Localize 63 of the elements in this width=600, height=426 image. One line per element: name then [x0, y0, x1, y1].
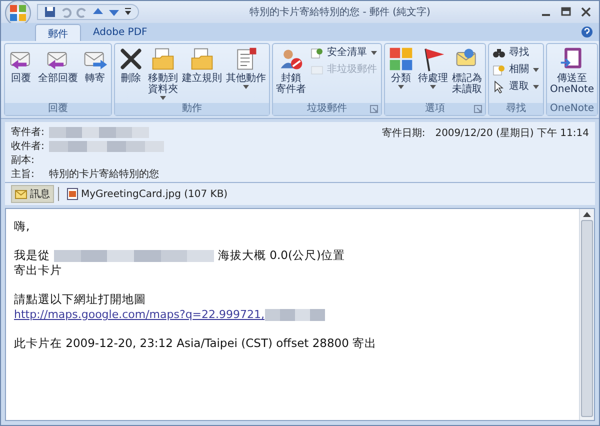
- body-text: 請點選以下網址打開地圖: [14, 292, 147, 307]
- ribbon-button[interactable]: 安全清單: [308, 45, 380, 61]
- select-icon: [492, 80, 506, 94]
- field-label: 副本:: [11, 154, 36, 167]
- field-label: 主旨:: [11, 168, 36, 181]
- caret-icon: [430, 85, 436, 89]
- ribbon-button[interactable]: 尋找: [490, 45, 542, 61]
- envelope-icon: [15, 190, 27, 198]
- dialog-launcher-icon[interactable]: [474, 105, 482, 113]
- caret-icon: [371, 51, 377, 55]
- ribbon-button[interactable]: 封鎖 寄件者: [274, 45, 308, 96]
- group-label: OneNote: [550, 103, 594, 115]
- ribbon-button[interactable]: 刪除: [116, 45, 146, 85]
- body-text: 寄出卡片: [14, 263, 63, 278]
- map-link[interactable]: http://maps.google.com/maps?q=22.999721,: [14, 307, 264, 322]
- body-text: 海拔大概 0.0(公尺)位置: [218, 248, 345, 263]
- field-label: 寄件者:: [11, 126, 46, 139]
- ribbon-button[interactable]: 其他動作: [224, 45, 268, 91]
- save-icon[interactable]: [44, 6, 56, 18]
- ribbon-button[interactable]: 回覆: [6, 45, 36, 85]
- ribbon-button[interactable]: 標記為 未讀取: [450, 45, 484, 96]
- ribbon-button[interactable]: 分類: [386, 45, 416, 91]
- body-text: 我是從: [14, 248, 50, 263]
- ribbon-button[interactable]: 建立規則: [180, 45, 224, 85]
- caret-icon: [243, 85, 249, 89]
- ribbon-button[interactable]: 選取: [490, 79, 542, 95]
- ribbon-tab[interactable]: Adobe PDF: [81, 24, 160, 41]
- vertical-scrollbar[interactable]: [579, 209, 594, 420]
- delete-icon: [118, 46, 144, 72]
- group-label: 回覆: [48, 103, 68, 115]
- scroll-up-icon[interactable]: [583, 212, 591, 217]
- attachment-tab[interactable]: 訊息: [11, 185, 54, 203]
- group-label: 選項: [425, 103, 445, 115]
- window-title: 特別的卡片寄給特別的您 - 郵件 (純文字): [248, 6, 432, 19]
- ribbon-button[interactable]: 全部回覆: [36, 45, 80, 85]
- ribbon-button[interactable]: 轉寄: [80, 45, 110, 85]
- ribbon-button[interactable]: 待處理: [416, 45, 450, 91]
- field-label: 寄件日期:: [382, 126, 426, 141]
- caret-icon: [533, 85, 539, 89]
- ribbon-tab[interactable]: 郵件: [35, 24, 81, 41]
- ribbon-button[interactable]: 傳送至 OneNote: [548, 45, 596, 96]
- caret-icon: [160, 96, 166, 100]
- caret-icon: [533, 68, 539, 72]
- ribbon-button[interactable]: 移動到 資料夾: [146, 45, 180, 102]
- office-logo-icon: [10, 5, 26, 21]
- group-label: 動作: [182, 103, 202, 115]
- subject-text: 特別的卡片寄給特別的您: [49, 168, 159, 181]
- body-text: 此卡片在 2009-12-20, 23:12 Asia/Taipei (CST) offset 28800 寄出: [14, 336, 378, 351]
- help-icon[interactable]: [581, 26, 593, 38]
- group-label: 垃圾郵件: [307, 103, 347, 115]
- redacted-text: [264, 308, 324, 320]
- body-text: 嗨,: [14, 219, 31, 234]
- maximize-icon[interactable]: [561, 7, 571, 17]
- find-icon: [492, 46, 506, 60]
- sent-date: 2009/12/20 (星期日) 下午 11:14: [435, 126, 589, 141]
- field-label: 收件者:: [11, 140, 46, 153]
- caret-icon: [398, 85, 404, 89]
- group-label: 尋找: [506, 103, 526, 115]
- image-file-icon: [67, 188, 78, 200]
- ribbon-button[interactable]: 相關: [490, 62, 542, 78]
- close-icon[interactable]: [581, 7, 591, 17]
- dialog-launcher-icon[interactable]: [370, 105, 378, 113]
- customize-caret-icon[interactable]: [124, 7, 132, 17]
